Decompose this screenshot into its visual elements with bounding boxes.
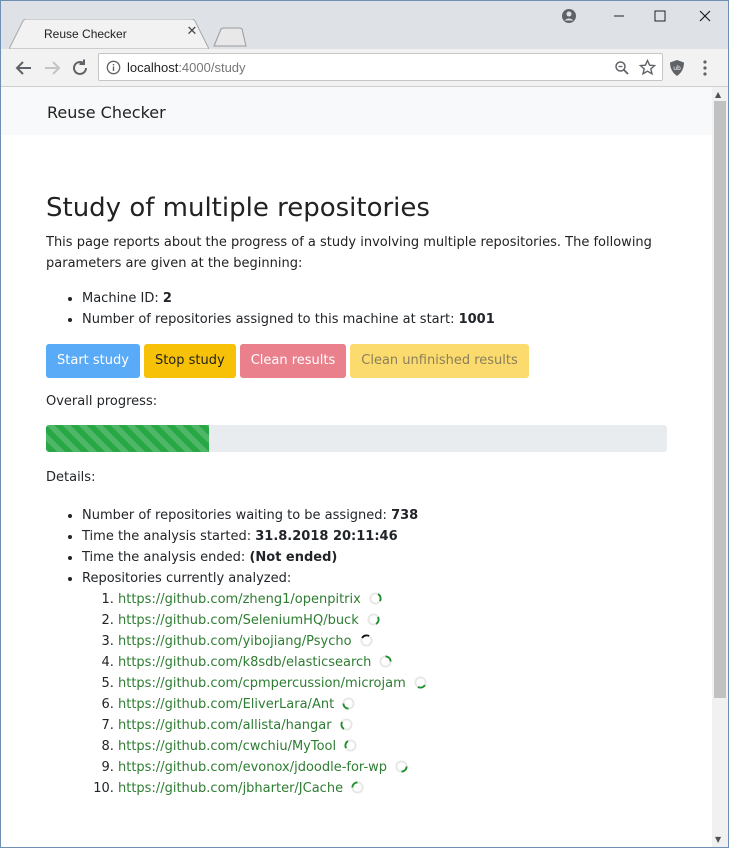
repo-list-item: https://github.com/cpmpercussion/microja… — [118, 673, 676, 694]
repo-link[interactable]: https://github.com/cpmpercussion/microja… — [118, 676, 406, 691]
url-host: localhost — [127, 60, 179, 75]
zoom-icon[interactable] — [614, 60, 630, 76]
param-repo-count: Number of repositories assigned to this … — [82, 309, 676, 330]
scroll-up-arrow-icon[interactable]: ▲ — [715, 90, 721, 99]
action-buttons: Start study Stop study Clean results Cle… — [46, 344, 676, 378]
url-text[interactable]: localhost:4000/study — [127, 60, 246, 75]
loading-spinner-icon — [395, 760, 408, 773]
repo-link[interactable]: https://github.com/k8sdb/elasticsearch — [118, 655, 371, 670]
repo-link[interactable]: https://github.com/yibojiang/Psycho — [118, 634, 352, 649]
loading-spinner-icon — [414, 676, 427, 689]
repo-list-item: https://github.com/SeleniumHQ/buck — [118, 610, 676, 631]
menu-dots-icon[interactable] — [701, 59, 709, 77]
ublock-extension-icon[interactable]: ub — [669, 59, 685, 77]
browser-window: Reuse Checker ✕ localhost:4000/study ub … — [0, 0, 729, 848]
repo-link[interactable]: https://github.com/SeleniumHQ/buck — [118, 613, 359, 628]
profile-icon[interactable] — [560, 7, 578, 25]
parameter-list: Machine ID: 2 Number of repositories ass… — [82, 288, 676, 330]
info-icon[interactable] — [106, 60, 121, 75]
repo-link[interactable]: https://github.com/evonox/jdoodle-for-wp — [118, 760, 387, 775]
vertical-scrollbar[interactable]: ▲ ▼ — [712, 87, 728, 847]
start-study-button[interactable]: Start study — [46, 344, 140, 378]
repo-list-item: https://github.com/zheng1/openpitrix — [118, 589, 676, 610]
bookmark-star-icon[interactable] — [639, 59, 656, 76]
detail-started: Time the analysis started: 31.8.2018 20:… — [82, 526, 676, 547]
param-label: Machine ID: — [82, 291, 163, 306]
maximize-icon[interactable] — [651, 7, 669, 25]
reload-icon[interactable] — [69, 57, 91, 79]
loading-spinner-icon — [369, 592, 382, 605]
detail-value: (Not ended) — [249, 550, 338, 565]
loading-spinner-icon — [340, 718, 353, 731]
param-value: 2 — [162, 291, 172, 306]
close-window-icon[interactable] — [696, 7, 714, 25]
svg-text:ub: ub — [673, 65, 681, 72]
param-label: Number of repositories assigned to this … — [82, 312, 459, 327]
scroll-down-arrow-icon[interactable]: ▼ — [715, 835, 721, 844]
loading-spinner-icon — [360, 634, 373, 647]
back-arrow-icon[interactable] — [13, 57, 35, 79]
overall-progress-bar — [46, 425, 667, 452]
address-bar[interactable]: localhost:4000/study — [98, 53, 663, 81]
clean-results-button[interactable]: Clean results — [239, 344, 347, 378]
detail-waiting: Number of repositories waiting to be ass… — [82, 505, 676, 526]
detail-label: Number of repositories waiting to be ass… — [82, 508, 392, 523]
overall-progress-label: Overall progress: — [46, 394, 158, 409]
loading-spinner-icon — [351, 781, 364, 794]
repo-list-item: https://github.com/jbharter/JCache — [118, 778, 676, 799]
repo-list-item: https://github.com/k8sdb/elasticsearch — [118, 652, 676, 673]
browser-toolbar: localhost:4000/study ub — [1, 49, 728, 87]
stop-study-button[interactable]: Stop study — [143, 344, 236, 378]
detail-label: Time the analysis ended: — [82, 550, 250, 565]
repo-list-item: https://github.com/yibojiang/Psycho — [118, 631, 676, 652]
param-machine-id: Machine ID: 2 — [82, 288, 676, 309]
loading-spinner-icon — [344, 739, 357, 752]
page-title: Study of multiple repositories — [46, 193, 430, 223]
detail-value: 31.8.2018 20:11:46 — [255, 529, 398, 544]
progress-bar-fill — [46, 425, 209, 452]
loading-spinner-icon — [367, 613, 380, 626]
repo-link[interactable]: https://github.com/jbharter/JCache — [118, 781, 343, 796]
repo-list-item: https://github.com/allista/hangar — [118, 715, 676, 736]
repo-list-item: https://github.com/evonox/jdoodle-for-wp — [118, 757, 676, 778]
navbar-brand[interactable]: Reuse Checker — [47, 103, 166, 122]
loading-spinner-icon — [379, 655, 392, 668]
detail-ended: Time the analysis ended: (Not ended) — [82, 547, 676, 568]
minimize-icon[interactable] — [610, 7, 628, 25]
page-viewport: Reuse Checker Study of multiple reposito… — [1, 87, 712, 847]
repo-list-item: https://github.com/cwchiu/MyTool — [118, 736, 676, 757]
repo-link[interactable]: https://github.com/zheng1/openpitrix — [118, 592, 361, 607]
loading-spinner-icon — [342, 697, 355, 710]
repo-list: https://github.com/zheng1/openpitrix http… — [118, 589, 676, 799]
details-label: Details: — [46, 470, 96, 485]
scroll-thumb[interactable] — [714, 101, 726, 698]
details-list: Number of repositories waiting to be ass… — [82, 505, 676, 799]
main-content: Study of multiple repositories This page… — [46, 192, 676, 799]
new-tab-button[interactable] — [213, 27, 247, 47]
repo-link[interactable]: https://github.com/cwchiu/MyTool — [118, 739, 336, 754]
repo-link[interactable]: https://github.com/EliverLara/Ant — [118, 697, 334, 712]
clean-unfinished-results-button[interactable]: Clean unfinished results — [350, 344, 529, 378]
detail-current-repos: Repositories currently analyzed: https:/… — [82, 568, 676, 799]
detail-label: Time the analysis started: — [82, 529, 256, 544]
tab-title: Reuse Checker — [44, 27, 127, 41]
repo-list-item: https://github.com/EliverLara/Ant — [118, 694, 676, 715]
detail-label: Repositories currently analyzed: — [82, 571, 292, 586]
param-value: 1001 — [458, 312, 495, 327]
url-path: :4000/study — [178, 60, 246, 75]
tab-strip: Reuse Checker ✕ — [1, 1, 728, 50]
intro-text: This page reports about the progress of … — [46, 235, 652, 271]
forward-arrow-icon[interactable] — [41, 57, 63, 79]
detail-value: 738 — [391, 508, 419, 523]
repo-link[interactable]: https://github.com/allista/hangar — [118, 718, 332, 733]
site-navbar: Reuse Checker — [1, 87, 712, 135]
tab-close-icon[interactable]: ✕ — [185, 25, 199, 39]
